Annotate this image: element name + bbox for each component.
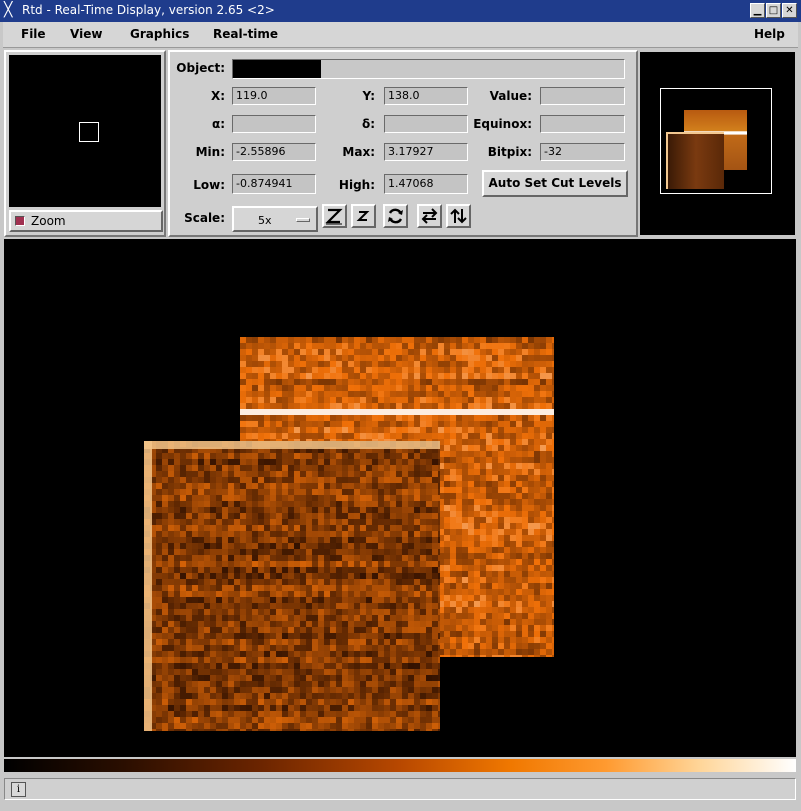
value-label: Value: [489,89,532,103]
bitpix-label: Bitpix: [487,145,532,159]
x-field: 119.0 [232,87,316,105]
zoom-view[interactable] [9,55,161,207]
y-field: 138.0 [384,87,468,105]
zoom-panel: Zoom [4,50,166,237]
max-field: 3.17927 [384,143,468,161]
scale-menu[interactable]: 5x [232,206,318,232]
info-icon[interactable]: i [11,782,26,797]
delta-field [384,115,468,133]
maximize-button[interactable]: □ [766,3,781,18]
zoom-in-icon [325,208,343,225]
object-label: Object: [176,61,225,75]
high-input[interactable]: 1.47068 [384,174,468,194]
menu-help[interactable]: Help [754,27,785,41]
rotate-icon [388,208,403,224]
y-label: Y: [362,89,375,103]
max-label: Max: [342,145,375,159]
image-frame-front-edge-left [144,441,152,731]
panner-view[interactable] [640,52,795,235]
image-frames [144,337,554,731]
scale-value: 5x [258,214,272,227]
high-label: High: [338,178,375,192]
flip-y-icon [450,208,467,224]
object-progress-fill [233,60,321,78]
zoom-label: Zoom [31,214,66,228]
x-label: X: [210,89,225,103]
delta-label: δ: [361,117,375,131]
menu-bar: File View Graphics Real-time Help [3,22,798,48]
panner-thumbnail-frame-front [666,132,724,189]
equinox-label: Equinox: [473,117,532,131]
flip-x-icon [421,208,438,224]
auto-set-cut-levels-button[interactable]: Auto Set Cut Levels [482,170,628,197]
zoom-in-button[interactable] [322,204,347,228]
main-image-canvas[interactable] [4,239,796,757]
menu-file[interactable]: File [21,27,46,41]
zoom-out-button[interactable] [351,204,376,228]
close-button[interactable]: ✕ [782,3,797,18]
color-bar[interactable] [4,759,796,772]
value-field [540,87,625,105]
minimize-button[interactable]: ▁ [750,3,765,18]
min-label: Min: [195,145,225,159]
low-input[interactable]: -0.874941 [232,174,316,194]
zoom-cursor-box [79,122,99,142]
title-bar: ╳ Rtd - Real-Time Display, version 2.65 … [0,0,801,22]
zoom-toggle[interactable]: Zoom [9,210,163,232]
image-frame-front-edge-top [144,441,440,449]
option-menu-indicator-icon [296,218,310,222]
min-field: -2.55896 [232,143,316,161]
flip-x-button[interactable] [417,204,442,228]
status-bar: i [4,778,796,800]
menu-real-time[interactable]: Real-time [213,27,278,41]
menu-view[interactable]: View [70,27,102,41]
scale-label: Scale: [184,211,225,225]
bitpix-field: -32 [540,143,625,161]
zoom-out-icon [356,211,370,221]
alpha-field [232,115,316,133]
alpha-label: α: [211,117,225,131]
menu-graphics[interactable]: Graphics [130,27,189,41]
window-title: Rtd - Real-Time Display, version 2.65 <2… [22,3,275,17]
image-frame-front [144,441,440,731]
flip-y-button[interactable] [446,204,471,228]
rotate-button[interactable] [383,204,408,228]
low-label: Low: [193,178,225,192]
x-logo-icon: ╳ [4,2,13,18]
object-field [232,59,625,79]
zoom-checkbox-indicator[interactable] [15,216,25,226]
equinox-field [540,115,625,133]
